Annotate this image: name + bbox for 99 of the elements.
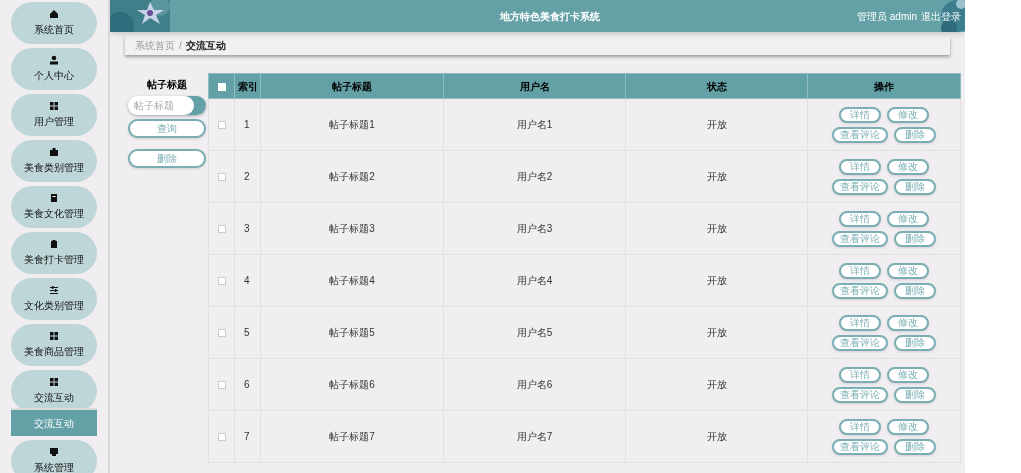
sidebar-item[interactable]: 系统首页	[11, 2, 97, 44]
table-cell: 1	[234, 98, 261, 151]
grid-icon	[49, 331, 59, 341]
table-cell: 用户名2	[443, 150, 626, 203]
search-field[interactable]: 帖子标题	[127, 96, 206, 115]
delete-button[interactable]: 删除	[894, 438, 936, 455]
table-cell: 用户名5	[443, 306, 626, 359]
home-icon	[49, 9, 59, 19]
field-label: 帖子标题	[146, 78, 187, 92]
table-cell: 用户名1	[443, 98, 626, 151]
view-comments-button[interactable]: 查看评论	[832, 126, 888, 143]
column-header: 操作	[807, 73, 961, 99]
delete-button[interactable]: 删除	[894, 230, 936, 247]
table-cell: 3	[234, 202, 261, 255]
sidebar-item[interactable]: 美食商品管理	[11, 324, 97, 366]
details-button[interactable]: 详情	[839, 262, 881, 279]
table-cell: 开放	[625, 358, 808, 411]
row-checkbox[interactable]	[217, 329, 226, 338]
table-cell: 开放	[625, 410, 808, 463]
grid-icon	[49, 377, 59, 387]
details-button[interactable]: 详情	[839, 314, 881, 331]
delete-button[interactable]: 删除	[894, 334, 936, 351]
table-cell: 帖子标题6	[260, 358, 444, 411]
table-cell: 用户名6	[443, 358, 626, 411]
column-header: 索引	[234, 73, 261, 99]
breadcrumb-separator: /	[179, 39, 182, 53]
monitor-icon	[49, 447, 59, 457]
delete-button[interactable]: 删除	[894, 126, 936, 143]
details-button[interactable]: 详情	[839, 158, 881, 175]
sidebar-item[interactable]: 个人中心	[11, 48, 97, 90]
view-comments-button[interactable]: 查看评论	[832, 334, 888, 351]
select-all-checkbox[interactable]	[217, 82, 226, 91]
person-icon	[49, 55, 59, 65]
table-cell: 开放	[625, 306, 808, 359]
table-cell: 帖子标题7	[260, 410, 444, 463]
details-button[interactable]: 详情	[839, 210, 881, 227]
sidebar-item[interactable]: 美食类别管理	[11, 140, 97, 182]
sliders-icon	[49, 285, 59, 295]
table-cell: 用户名7	[443, 410, 626, 463]
table-cell: 帖子标题5	[260, 306, 444, 359]
details-button[interactable]: 详情	[839, 418, 881, 435]
column-header: 帖子标题	[260, 73, 444, 99]
table-cell: 5	[234, 306, 261, 359]
delete-button[interactable]: 删除	[894, 178, 936, 195]
delete-button[interactable]: 删除	[127, 149, 206, 168]
column-header: 用户名	[443, 73, 626, 99]
table-cell: 4	[234, 254, 261, 307]
table-cell: 开放	[625, 254, 808, 307]
delete-button[interactable]: 删除	[894, 386, 936, 403]
app-title: 地方特色美食打卡系统	[500, 9, 600, 24]
row-checkbox[interactable]	[217, 277, 226, 286]
table-cell: 用户名4	[443, 254, 626, 307]
query-button[interactable]: 查询	[127, 119, 206, 138]
column-header: 状态	[625, 73, 808, 99]
clipboard-icon	[49, 239, 59, 249]
details-button[interactable]: 详情	[839, 366, 881, 383]
submenu-item[interactable]: 交流互动	[11, 410, 97, 436]
table-cell: 帖子标题1	[260, 98, 444, 151]
table-cell: 用户名3	[443, 202, 626, 255]
edit-button[interactable]: 修改	[887, 314, 929, 331]
briefcase-icon	[49, 147, 59, 157]
delete-button[interactable]: 删除	[894, 282, 936, 299]
table-cell: 帖子标题3	[260, 202, 444, 255]
edit-button[interactable]: 修改	[887, 366, 929, 383]
view-comments-button[interactable]: 查看评论	[832, 178, 888, 195]
table-cell: 6	[234, 358, 261, 411]
table-cell: 开放	[625, 150, 808, 203]
view-comments-button[interactable]: 查看评论	[832, 282, 888, 299]
table-cell: 2	[234, 150, 261, 203]
edit-button[interactable]: 修改	[887, 262, 929, 279]
row-checkbox[interactable]	[217, 225, 226, 234]
breadcrumb-link[interactable]: 系统首页	[135, 38, 175, 53]
sidebar-item[interactable]: 美食打卡管理	[11, 232, 97, 274]
table-cell: 开放	[625, 202, 808, 255]
sidebar-item[interactable]: 系统管理	[11, 440, 97, 473]
table-cell: 帖子标题2	[260, 150, 444, 203]
view-comments-button[interactable]: 查看评论	[832, 438, 888, 455]
edit-button[interactable]: 修改	[887, 418, 929, 435]
view-comments-button[interactable]: 查看评论	[832, 386, 888, 403]
row-checkbox[interactable]	[217, 173, 226, 182]
table-cell: 帖子标题4	[260, 254, 444, 307]
table-cell: 开放	[625, 98, 808, 151]
edit-button[interactable]: 修改	[887, 210, 929, 227]
logout-link[interactable]: 退出登录	[921, 8, 961, 24]
edit-button[interactable]: 修改	[887, 158, 929, 175]
view-comments-button[interactable]: 查看评论	[832, 230, 888, 247]
document-icon	[49, 193, 59, 203]
details-button[interactable]: 详情	[839, 106, 881, 123]
sidebar-item[interactable]: 美食文化管理	[11, 186, 97, 228]
edit-button[interactable]: 修改	[887, 106, 929, 123]
grid-icon	[49, 101, 59, 111]
row-checkbox[interactable]	[217, 121, 226, 130]
row-checkbox[interactable]	[217, 381, 226, 390]
table-cell: 7	[234, 410, 261, 463]
user-name: 管理员 admin	[857, 9, 917, 24]
breadcrumb-current: 交流互动	[185, 39, 226, 53]
sidebar-item[interactable]: 用户管理	[11, 94, 97, 136]
row-checkbox[interactable]	[217, 433, 226, 442]
sidebar-item[interactable]: 文化类别管理	[11, 278, 97, 320]
